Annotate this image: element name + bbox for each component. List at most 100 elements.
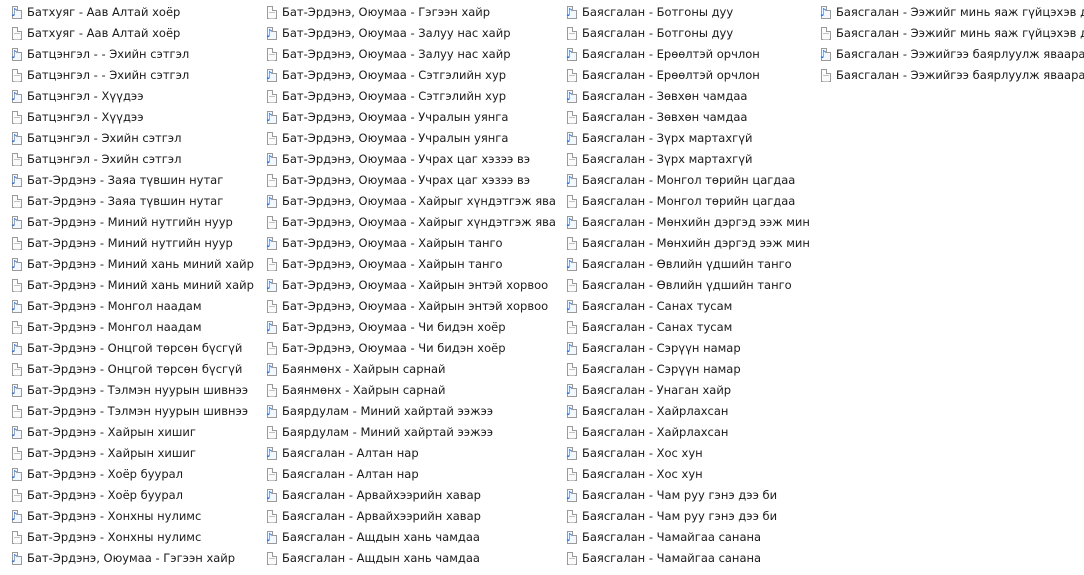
file-item[interactable]: Баясгалан - Арвайхээрийн хавар [255, 506, 555, 527]
blank-file-icon [267, 174, 277, 187]
file-item[interactable]: Бат-Эрдэнэ, Оюумаа - Учрах цаг хэзээ вэ [255, 170, 555, 191]
file-item[interactable]: Баясгалан - Чам руу гэнэ дээ би [555, 506, 809, 527]
file-item[interactable]: Батхуяг - Аав Алтай хоёр [0, 2, 255, 23]
file-name-label: Баясгалан - Арвайхээрийн хавар [282, 488, 481, 502]
file-item[interactable]: Батцэнгэл - Хүүдээ [0, 86, 255, 107]
file-item[interactable]: Бат-Эрдэнэ, Оюумаа - Учралын уянга [255, 107, 555, 128]
file-item[interactable]: Бат-Эрдэнэ, Оюумаа - Залуу нас хайр [255, 44, 555, 65]
file-item[interactable]: Баясгалан - Хайрлахсан [555, 401, 809, 422]
file-item[interactable]: Бат-Эрдэнэ, Оюумаа - Чи бидэн хоёр [255, 317, 555, 338]
file-item[interactable]: Баясгалан - Чамайгаа санана [555, 548, 809, 569]
file-item[interactable]: Баясгалан - Ащдын хань чамдаа [255, 548, 555, 569]
file-item[interactable]: Бат-Эрдэнэ, Оюумаа - Хайрыг хүндэтгэж яв… [255, 191, 555, 212]
file-name-label: Баясгалан - Ботгоны дуу [582, 5, 734, 19]
file-item[interactable]: Бат-Эрдэнэ, Оюумаа - Хайрын танго [255, 233, 555, 254]
file-item[interactable]: Батцэнгэл - Эхийн сэтгэл [0, 128, 255, 149]
file-item[interactable]: Баясгалан - Зөвхөн чамдаа [555, 107, 809, 128]
file-name-label: Бат-Эрдэнэ, Оюумаа - Хайрын танго [282, 257, 503, 271]
file-item[interactable]: Бат-Эрдэнэ - Миний хань миний хайр [0, 275, 255, 296]
file-item[interactable]: Бат-Эрдэнэ - Хайрын хишиг [0, 422, 255, 443]
file-item[interactable]: Батцэнгэл - - Эхийн сэтгэл [0, 44, 255, 65]
file-item[interactable]: Бат-Эрдэнэ, Оюумаа - Сэтгэлийн хур [255, 65, 555, 86]
blank-file-icon [267, 258, 277, 271]
file-name-label: Бат-Эрдэнэ - Миний нутгийн нуур [27, 236, 233, 250]
file-item[interactable]: Бат-Эрдэнэ - Монгол наадам [0, 317, 255, 338]
file-item[interactable]: Баясгалан - Хос хун [555, 443, 809, 464]
file-item[interactable]: Бат-Эрдэнэ - Заяа түвшин нутаг [0, 170, 255, 191]
file-item[interactable]: Баясгалан - Сэрүүн намар [555, 338, 809, 359]
file-item[interactable]: Бат-Эрдэнэ - Тэлмэн нуурын шивнээ [0, 401, 255, 422]
file-item[interactable]: Бат-Эрдэнэ, Оюумаа - Гэгээн хайр [0, 548, 255, 569]
file-item[interactable]: Баясгалан - Ащдын хань чамдаа [255, 527, 555, 548]
file-item[interactable]: Баясгалан - Ботгоны дуу [555, 23, 809, 44]
file-item[interactable]: Бат-Эрдэнэ - Миний нутгийн нуур [0, 233, 255, 254]
blank-file-icon [567, 426, 577, 439]
file-item[interactable]: Бат-Эрдэнэ - Миний нутгийн нуур [0, 212, 255, 233]
file-item[interactable]: Баясгалан - Санах тусам [555, 317, 809, 338]
file-item[interactable]: Баясгалан - Монгол төрийн цагдаа [555, 191, 809, 212]
file-name-label: Бат-Эрдэнэ - Хоёр буурал [27, 467, 184, 481]
file-item[interactable]: Батцэнгэл - Эхийн сэтгэл [0, 149, 255, 170]
file-name-label: Бат-Эрдэнэ, Оюумаа - Хайрын энтэй хорвоо [282, 299, 549, 313]
file-item[interactable]: Бат-Эрдэнэ, Оюумаа - Хайрын энтэй хорвоо [255, 275, 555, 296]
file-item[interactable]: Батцэнгэл - - Эхийн сэтгэл [0, 65, 255, 86]
file-item[interactable]: Баясгалан - Хайрлахсан [555, 422, 809, 443]
file-item[interactable]: Баясгалан - Ээжийгээ баярлуулж яваарай [809, 44, 1084, 65]
file-item[interactable]: Баясгалан - Мөнхийн дэргэд ээж минь [555, 212, 809, 233]
file-item[interactable]: Бат-Эрдэнэ, Оюумаа - Хайрыг хүндэтгэж яв… [255, 212, 555, 233]
file-item[interactable]: Баясгалан - Унаган хайр [555, 380, 809, 401]
file-item[interactable]: Бат-Эрдэнэ - Монгол наадам [0, 296, 255, 317]
file-item[interactable]: Бат-Эрдэнэ, Оюумаа - Хайрын танго [255, 254, 555, 275]
file-name-label: Баясгалан - Ерөөлтэй орчлон [582, 47, 760, 61]
file-name-label: Баярдулам - Миний хайртай ээжээ [282, 425, 494, 439]
file-item[interactable]: Бат-Эрдэнэ, Оюумаа - Хайрын энтэй хорвоо [255, 296, 555, 317]
file-item[interactable]: Баясгалан - Өвлийн үдшийн танго [555, 275, 809, 296]
file-item[interactable]: Баярдулам - Миний хайртай ээжээ [255, 401, 555, 422]
file-item[interactable]: Баясгалан - Арвайхээрийн хавар [255, 485, 555, 506]
file-list-view: Батхуяг - Аав Алтай хоёр Батхуяг - Аав Ал… [0, 0, 1084, 575]
file-item[interactable]: Бат-Эрдэнэ - Миний хань миний хайр [0, 254, 255, 275]
file-item[interactable]: Баясгалан - Зүрх мартахгүй [555, 149, 809, 170]
file-item[interactable]: Бат-Эрдэнэ - Тэлмэн нуурын шивнээ [0, 380, 255, 401]
file-item[interactable]: Бат-Эрдэнэ, Оюумаа - Гэгээн хайр [255, 2, 555, 23]
file-item[interactable]: Баянмөнх - Хайрын сарнай [255, 359, 555, 380]
file-item[interactable]: Бат-Эрдэнэ - Хонхны нулимс [0, 506, 255, 527]
file-item[interactable]: Баясгалан - Мөнхийн дэргэд ээж минь [555, 233, 809, 254]
file-item[interactable]: Бат-Эрдэнэ, Оюумаа - Чи бидэн хоёр [255, 338, 555, 359]
file-item[interactable]: Батхуяг - Аав Алтай хоёр [0, 23, 255, 44]
file-item[interactable]: Баясгалан - Санах тусам [555, 296, 809, 317]
file-item[interactable]: Бат-Эрдэнэ - Онцгой төрсөн бүсгүй [0, 338, 255, 359]
file-item[interactable]: Бат-Эрдэнэ - Хайрын хишиг [0, 443, 255, 464]
music-note-file-icon [266, 237, 277, 250]
file-item[interactable]: Баясгалан - Ээжийгээ баярлуулж яваарай [809, 65, 1084, 86]
file-item[interactable]: Бат-Эрдэнэ - Хонхны нулимс [0, 527, 255, 548]
file-item[interactable]: Баясгалан - Сэрүүн намар [555, 359, 809, 380]
file-item[interactable]: Бат-Эрдэнэ, Оюумаа - Залуу нас хайр [255, 23, 555, 44]
file-item[interactable]: Баянмөнх - Хайрын сарнай [255, 380, 555, 401]
file-item[interactable]: Бат-Эрдэнэ, Оюумаа - Сэтгэлийн хур [255, 86, 555, 107]
file-item[interactable]: Батцэнгэл - Хүүдээ [0, 107, 255, 128]
file-item[interactable]: Баясгалан - Ерөөлтэй орчлон [555, 44, 809, 65]
file-item[interactable]: Бат-Эрдэнэ - Заяа түвшин нутаг [0, 191, 255, 212]
file-item[interactable]: Баясгалан - Өвлийн үдшийн танго [555, 254, 809, 275]
file-item[interactable]: Баясгалан - Чамайгаа санана [555, 527, 809, 548]
file-item[interactable]: Бат-Эрдэнэ, Оюумаа - Учрах цаг хэзээ вэ [255, 149, 555, 170]
file-item[interactable]: Баясгалан - Ээжийг минь яаж гүйцэхэв дээ [809, 2, 1084, 23]
file-item[interactable]: Бат-Эрдэнэ - Хоёр буурал [0, 485, 255, 506]
file-item[interactable]: Бат-Эрдэнэ - Хоёр буурал [0, 464, 255, 485]
file-item[interactable]: Баясгалан - Алтан нар [255, 464, 555, 485]
file-item[interactable]: Баясгалан - Ээжийг минь яаж гүйцэхэв дээ [809, 23, 1084, 44]
file-item[interactable]: Баясгалан - Зүрх мартахгүй [555, 128, 809, 149]
file-item[interactable]: Баясгалан - Монгол төрийн цагдаа [555, 170, 809, 191]
file-name-label: Баясгалан - Хос хун [582, 446, 703, 460]
file-item[interactable]: Баясгалан - Зөвхөн чамдаа [555, 86, 809, 107]
file-item[interactable]: Баясгалан - Чам руу гэнэ дээ би [555, 485, 809, 506]
file-name-label: Баянмөнх - Хайрын сарнай [282, 383, 446, 397]
file-item[interactable]: Баярдулам - Миний хайртай ээжээ [255, 422, 555, 443]
file-item[interactable]: Бат-Эрдэнэ - Онцгой төрсөн бүсгүй [0, 359, 255, 380]
file-item[interactable]: Баясгалан - Алтан нар [255, 443, 555, 464]
file-item[interactable]: Бат-Эрдэнэ, Оюумаа - Учралын уянга [255, 128, 555, 149]
file-item[interactable]: Баясгалан - Ботгоны дуу [555, 2, 809, 23]
file-item[interactable]: Баясгалан - Ерөөлтэй орчлон [555, 65, 809, 86]
file-item[interactable]: Баясгалан - Хос хун [555, 464, 809, 485]
